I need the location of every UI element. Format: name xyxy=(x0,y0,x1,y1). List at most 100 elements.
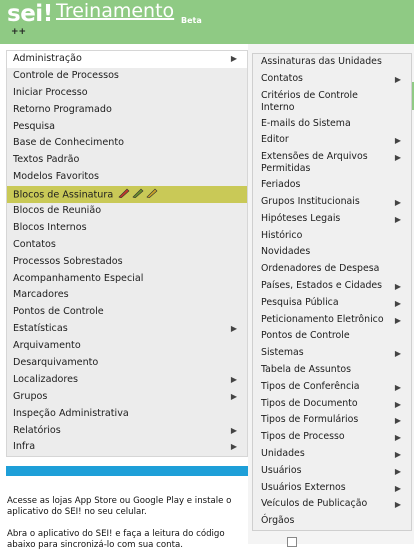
menu-item-label: Modelos Favoritos xyxy=(13,171,100,183)
submenu-item-label: Grupos Institucionais xyxy=(261,195,360,207)
menu-item-pontos-de-controle[interactable]: Pontos de Controle xyxy=(7,304,247,321)
menu-item-pesquisa[interactable]: Pesquisa xyxy=(7,119,247,136)
menu-item-contatos[interactable]: Contatos xyxy=(7,237,247,254)
beta-badge: Beta xyxy=(181,16,202,25)
submenu-item-label: Tipos de Conferência xyxy=(261,380,360,392)
blue-separator-bar xyxy=(6,466,248,476)
menu-item-relatorios[interactable]: Relatórios ▶ xyxy=(7,423,247,440)
submenu-item-label: Países, Estados e Cidades xyxy=(261,279,383,291)
menu-item-base-de-conhecimento[interactable]: Base de Conhecimento xyxy=(7,135,247,152)
submenu-item-peticionamento-eletronico[interactable]: Peticionamento Eletrônico ▶ xyxy=(253,312,411,329)
submenu-item-tipos-de-processo[interactable]: Tipos de Processo ▶ xyxy=(253,429,411,446)
menu-item-blocos-de-reuniao[interactable]: Blocos de Reunião xyxy=(7,203,247,220)
menu-item-label: Grupos xyxy=(13,390,48,402)
menu-item-desarquivamento[interactable]: Desarquivamento xyxy=(7,355,247,372)
submenu-item-pontos-de-controle[interactable]: Pontos de Controle xyxy=(253,328,411,345)
chevron-right-icon: ▶ xyxy=(230,54,237,63)
chevron-right-icon: ▶ xyxy=(394,466,401,476)
menu-item-retorno-programado[interactable]: Retorno Programado xyxy=(7,102,247,119)
submenu-item-usuarios-externos[interactable]: Usuários Externos ▶ xyxy=(253,480,411,497)
submenu-item-label: Ordenadores de Despesa xyxy=(261,263,380,275)
submenu-item-novidades[interactable]: Novidades xyxy=(253,244,411,261)
menu-item-marcadores[interactable]: Marcadores xyxy=(7,287,247,304)
menu-item-label: Infra xyxy=(13,441,36,453)
chevron-right-icon: ▶ xyxy=(230,324,237,334)
menu-item-blocos-internos[interactable]: Blocos Internos xyxy=(7,220,247,237)
chevron-right-icon: ▶ xyxy=(394,500,401,510)
menu-item-label: Blocos Internos xyxy=(13,221,87,233)
submenu-item-criterios-de-controle-interno[interactable]: Critérios de Controle Interno xyxy=(253,88,411,116)
main-menu: Administração ▶ Controle de Processos Inici… xyxy=(6,50,248,458)
submenu-item-assinaturas-das-unidades[interactable]: Assinaturas das Unidades xyxy=(253,54,411,71)
menu-item-estatisticas[interactable]: Estatísticas ▶ xyxy=(7,321,247,338)
submenu-item-label: Peticionamento Eletrônico xyxy=(261,313,384,325)
pen-icon xyxy=(132,188,144,199)
sei-logo[interactable]: sei! xyxy=(7,1,53,27)
plusplus-label: ++ xyxy=(11,27,27,37)
submenu-item-label: Tipos de Processo xyxy=(261,431,345,443)
submenu-item-tipos-de-documento[interactable]: Tipos de Documento ▶ xyxy=(253,396,411,413)
qr-sync-instructions: Abra o aplicativo do SEI! e faça a leitu… xyxy=(7,529,225,550)
chevron-right-icon: ▶ xyxy=(394,74,401,84)
menu-item-arquivamento[interactable]: Arquivamento xyxy=(7,338,247,355)
submenu-item-label: Veículos de Publicação xyxy=(261,498,368,510)
submenu-item-editor[interactable]: Editor ▶ xyxy=(253,132,411,149)
submenu-item-ordenadores-de-despesa[interactable]: Ordenadores de Despesa xyxy=(253,261,411,278)
submenu-item-label: Pesquisa Pública xyxy=(261,296,339,308)
submenu-item-orgaos[interactable]: Órgãos xyxy=(253,513,411,530)
submenu-item-label: Tipos de Documento xyxy=(261,397,358,409)
submenu-item-label: Critérios de Controle Interno xyxy=(261,89,358,113)
submenu-item-usuarios[interactable]: Usuários ▶ xyxy=(253,463,411,480)
menu-item-label: Marcadores xyxy=(13,289,69,301)
chevron-right-icon: ▶ xyxy=(394,349,401,359)
submenu-item-contatos[interactable]: Contatos ▶ xyxy=(253,71,411,88)
submenu-item-extensoes-de-arquivos-permitidas[interactable]: Extensões de Arquivos Permitidas ▶ xyxy=(253,149,411,177)
submenu-item-historico[interactable]: Histórico xyxy=(253,228,411,245)
submenu-item-label: E-mails do Sistema xyxy=(261,117,351,129)
submenu-item-e-mails-do-sistema[interactable]: E-mails do Sistema xyxy=(253,116,411,133)
menu-item-administracao[interactable]: Administração ▶ xyxy=(7,51,247,68)
logo-exclamation: ! xyxy=(42,1,54,27)
submenu-item-label: Hipóteses Legais xyxy=(261,212,341,224)
pen-icon xyxy=(118,188,130,199)
menu-item-acompanhamento-especial[interactable]: Acompanhamento Especial xyxy=(7,271,247,288)
chevron-right-icon: ▶ xyxy=(394,214,401,224)
menu-item-label: Textos Padrão xyxy=(13,154,80,166)
menu-item-modelos-favoritos[interactable]: Modelos Favoritos xyxy=(7,169,247,186)
menu-item-blocos-de-assinatura[interactable]: Blocos de Assinatura xyxy=(7,186,247,204)
chevron-right-icon: ▶ xyxy=(394,281,401,291)
chevron-right-icon: ▶ xyxy=(230,425,237,435)
submenu-item-pesquisa-publica[interactable]: Pesquisa Pública ▶ xyxy=(253,295,411,312)
menu-item-infra[interactable]: Infra ▶ xyxy=(7,439,247,456)
menu-item-localizadores[interactable]: Localizadores ▶ xyxy=(7,372,247,389)
submenu-item-tipos-de-formularios[interactable]: Tipos de Formulários ▶ xyxy=(253,412,411,429)
submenu-item-paises-estados-e-cidades[interactable]: Países, Estados e Cidades ▶ xyxy=(253,278,411,295)
menu-item-controle-de-processos[interactable]: Controle de Processos xyxy=(7,68,247,85)
submenu-item-label: Assinaturas das Unidades xyxy=(261,56,382,67)
submenu-item-veiculos-de-publicacao[interactable]: Veículos de Publicação ▶ xyxy=(253,496,411,513)
menu-item-textos-padrao[interactable]: Textos Padrão xyxy=(7,152,247,169)
submenu-item-hipoteses-legais[interactable]: Hipóteses Legais ▶ xyxy=(253,211,411,228)
submenu-item-feriados[interactable]: Feriados xyxy=(253,177,411,194)
menu-item-label: Localizadores xyxy=(13,373,79,385)
menu-item-label: Estatísticas xyxy=(13,323,68,335)
menu-item-label: Relatórios xyxy=(13,424,61,436)
menu-item-iniciar-processo[interactable]: Iniciar Processo xyxy=(7,85,247,102)
app-name[interactable]: Treinamento xyxy=(56,0,174,22)
submenu-item-grupos-institucionais[interactable]: Grupos Institucionais ▶ xyxy=(253,194,411,211)
chevron-right-icon: ▶ xyxy=(394,382,401,392)
menu-item-label: Blocos de Assinatura xyxy=(13,189,114,201)
menu-item-processos-sobrestados[interactable]: Processos Sobrestados xyxy=(7,254,247,271)
menu-item-grupos[interactable]: Grupos ▶ xyxy=(7,389,247,406)
submenu-item-sistemas[interactable]: Sistemas ▶ xyxy=(253,345,411,362)
menu-item-inspecao-administrativa[interactable]: Inspeção Administrativa xyxy=(7,406,247,423)
submenu-item-label: Editor xyxy=(261,134,289,146)
submenu-item-label: Unidades xyxy=(261,447,305,459)
chevron-right-icon: ▶ xyxy=(394,433,401,443)
submenu-item-tabela-de-assuntos[interactable]: Tabela de Assuntos xyxy=(253,362,411,379)
submenu-item-unidades[interactable]: Unidades ▶ xyxy=(253,446,411,463)
chevron-right-icon: ▶ xyxy=(394,315,401,325)
submenu-item-tipos-de-conferencia[interactable]: Tipos de Conferência ▶ xyxy=(253,379,411,396)
menu-item-label: Blocos de Reunião xyxy=(13,205,102,217)
submenu-item-label: Sistemas xyxy=(261,347,304,359)
